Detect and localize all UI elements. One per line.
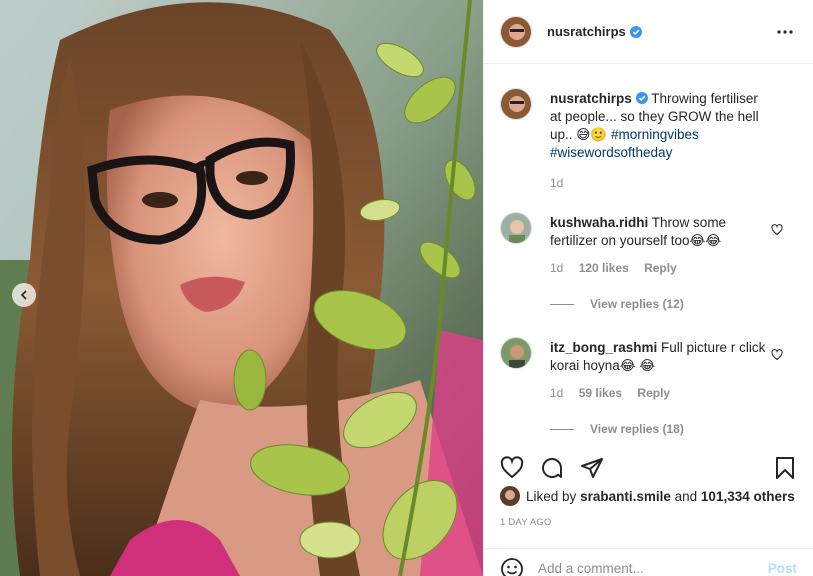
- post-actions: [484, 444, 813, 484]
- previous-photo-button[interactable]: [12, 283, 36, 307]
- comment-like-heart-icon[interactable]: [771, 349, 783, 361]
- liker-username[interactable]: srabanti.smile: [580, 489, 671, 504]
- commenter-username[interactable]: kushwaha.ridhi: [550, 215, 648, 230]
- share-button[interactable]: [580, 456, 604, 480]
- liker-avatar[interactable]: [500, 486, 520, 506]
- chevron-left-icon: [20, 290, 27, 300]
- hashtag-morningvibes[interactable]: #morningvibes: [611, 127, 699, 142]
- likes-joiner: and: [674, 488, 698, 504]
- like-button[interactable]: [500, 456, 524, 480]
- post-panel: nusratchirps nusratchirps Throwing ferti…: [483, 0, 813, 576]
- comment-meta: 1d 120 likes Reply: [550, 259, 772, 277]
- hashtag-wisewordsoftheday[interactable]: #wisewordsoftheday: [550, 145, 672, 160]
- caption-meta: 1d: [550, 174, 772, 192]
- commenter-avatar[interactable]: [500, 337, 532, 369]
- comment-likes[interactable]: 59 likes: [579, 386, 622, 400]
- commenter-username[interactable]: itz_bong_rashmi: [550, 340, 657, 355]
- comment-age: 1d: [550, 386, 564, 400]
- post-timestamp[interactable]: 1 DAY AGO: [500, 517, 552, 528]
- likes-others-link[interactable]: 101,334 others: [701, 489, 795, 504]
- caption-emojis: 😅🙂: [576, 127, 608, 142]
- view-replies-label: View replies (18): [590, 422, 684, 436]
- comment-age: 1d: [550, 261, 564, 275]
- comments-list[interactable]: nusratchirps Throwing fertiliser at peop…: [484, 64, 813, 444]
- replies-divider-line: [550, 428, 574, 430]
- comment-meta: 1d 59 likes Reply: [550, 384, 772, 402]
- author-avatar[interactable]: [500, 15, 532, 48]
- view-replies-label: View replies (12): [590, 297, 684, 311]
- caption-body: nusratchirps Throwing fertiliser at peop…: [550, 90, 772, 192]
- view-replies-button[interactable]: View replies (18): [550, 422, 797, 436]
- share-icon: [581, 458, 603, 478]
- comment-item: kushwaha.ridhi Throw some fertilizer on …: [500, 212, 797, 277]
- more-options-icon: [777, 29, 793, 34]
- comment-button[interactable]: [540, 456, 564, 480]
- author-username[interactable]: nusratchirps: [547, 24, 626, 39]
- reply-button[interactable]: Reply: [637, 386, 670, 400]
- reply-button[interactable]: Reply: [644, 261, 677, 275]
- emoji-button[interactable]: [500, 557, 524, 576]
- view-replies-button[interactable]: View replies (12): [550, 297, 797, 311]
- verified-badge-icon: [635, 92, 648, 104]
- post-comment-button[interactable]: Post: [768, 561, 797, 576]
- verified-badge-icon: [629, 25, 642, 38]
- post-header: nusratchirps: [484, 0, 813, 64]
- replies-divider-line: [550, 303, 574, 305]
- add-comment-bar: Post: [484, 548, 813, 576]
- comment-input[interactable]: [538, 561, 738, 576]
- caption-age: 1d: [550, 176, 564, 190]
- comment-body: kushwaha.ridhi Throw some fertilizer on …: [550, 214, 772, 277]
- caption-username[interactable]: nusratchirps: [550, 91, 632, 106]
- likes-summary: Liked by srabanti.smile and 101,334 othe…: [500, 486, 795, 506]
- commenter-avatar[interactable]: [500, 212, 532, 244]
- save-button[interactable]: [773, 456, 797, 480]
- post-photo[interactable]: [0, 0, 483, 576]
- bookmark-icon: [776, 457, 794, 479]
- comment-likes[interactable]: 120 likes: [579, 261, 629, 275]
- comment-icon: [542, 458, 562, 478]
- caption: nusratchirps Throwing fertiliser at peop…: [500, 88, 797, 192]
- emoji-icon: [501, 557, 523, 576]
- comment-body: itz_bong_rashmi Full picture r click kor…: [550, 339, 772, 402]
- heart-icon: [500, 456, 524, 479]
- comment-item: itz_bong_rashmi Full picture r click kor…: [500, 337, 797, 402]
- likes-prefix: Liked by: [526, 488, 577, 504]
- caption-avatar[interactable]: [500, 88, 532, 120]
- more-options-button[interactable]: [773, 29, 797, 34]
- comment-like-heart-icon[interactable]: [771, 224, 783, 236]
